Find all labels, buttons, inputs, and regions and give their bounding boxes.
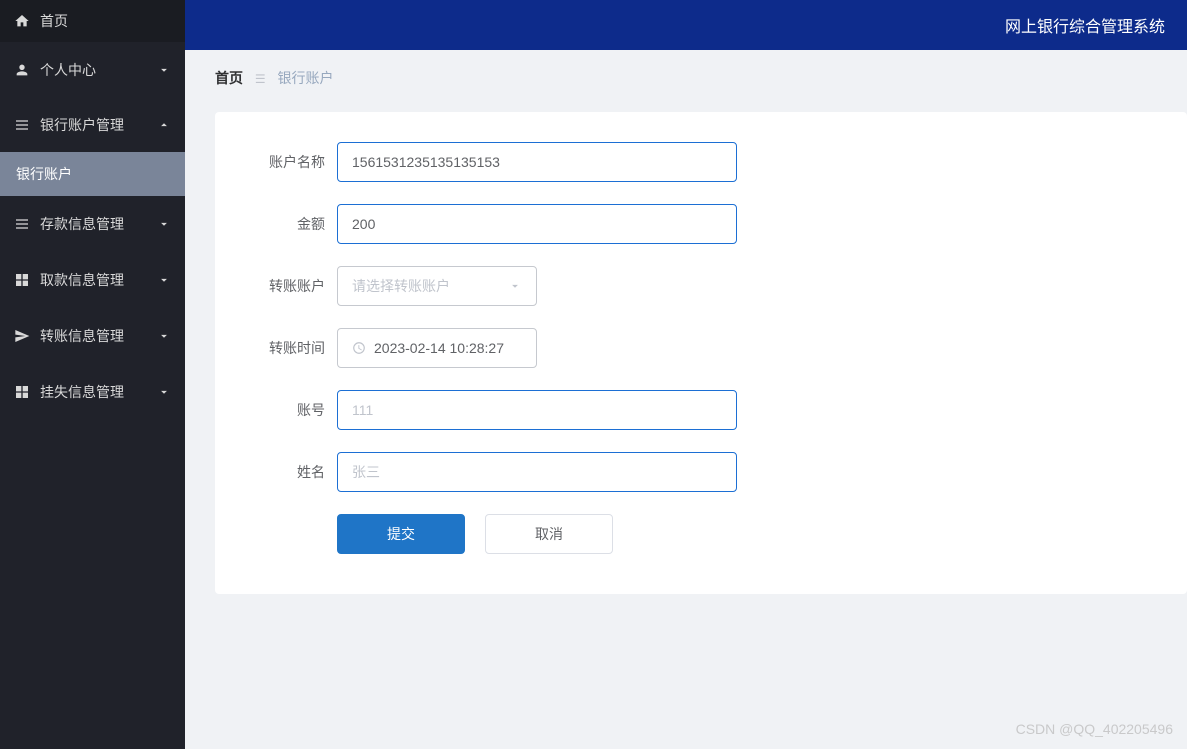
home-icon (14, 13, 30, 29)
sidebar-item-transfer[interactable]: 转账信息管理 (0, 308, 185, 364)
sidebar-item-deposit[interactable]: 存款信息管理 (0, 196, 185, 252)
chevron-down-icon (157, 273, 171, 287)
grid-icon (14, 384, 30, 400)
list-icon (14, 117, 30, 133)
account-no-input[interactable] (337, 390, 737, 430)
chevron-down-icon (157, 329, 171, 343)
amount-label: 金额 (255, 214, 325, 234)
transfer-account-select[interactable]: 请选择转账账户 (337, 266, 537, 306)
sidebar-item-withdraw[interactable]: 取款信息管理 (0, 252, 185, 308)
chevron-up-icon (157, 118, 171, 132)
form-card: 账户名称 金额 转账账户 请选择转账账户 转账时间 (215, 112, 1187, 594)
account-name-label: 账户名称 (255, 152, 325, 172)
sidebar-home-label: 首页 (40, 11, 171, 31)
clock-icon (352, 341, 366, 355)
account-no-label: 账号 (255, 400, 325, 420)
transfer-account-label: 转账账户 (255, 276, 325, 296)
chevron-down-icon (508, 279, 522, 293)
sidebar-item-label: 银行账户管理 (40, 115, 157, 135)
transfer-time-picker[interactable]: 2023-02-14 10:28:27 (337, 328, 537, 368)
account-name-input[interactable] (337, 142, 737, 182)
page-title: 网上银行综合管理系统 (1005, 13, 1165, 37)
topbar: 网上银行综合管理系统 (185, 0, 1187, 50)
breadcrumb-current: 银行账户 (278, 70, 334, 86)
sidebar-item-bank-account-mgmt[interactable]: 银行账户管理 (0, 98, 185, 152)
user-icon (14, 62, 30, 78)
chevron-down-icon (157, 63, 171, 77)
chevron-down-icon (157, 385, 171, 399)
cancel-button[interactable]: 取消 (485, 514, 613, 554)
transfer-time-label: 转账时间 (255, 338, 325, 358)
main: 网上银行综合管理系统 首页 ☰ 银行账户 账户名称 金额 转账账户 请 (185, 0, 1187, 749)
grid-icon (14, 272, 30, 288)
send-icon (14, 328, 30, 344)
name-label: 姓名 (255, 462, 325, 482)
sidebar-item-loss[interactable]: 挂失信息管理 (0, 364, 185, 420)
list-icon (14, 216, 30, 232)
sidebar-item-label: 个人中心 (40, 60, 157, 80)
name-input[interactable] (337, 452, 737, 492)
breadcrumb-home[interactable]: 首页 (215, 70, 243, 86)
submit-button[interactable]: 提交 (337, 514, 465, 554)
sidebar-item-personal[interactable]: 个人中心 (0, 42, 185, 98)
sidebar-subitem-bank-account[interactable]: 银行账户 (0, 152, 185, 196)
sidebar-subitem-label: 银行账户 (16, 164, 72, 184)
breadcrumb: 首页 ☰ 银行账户 (185, 50, 1187, 102)
watermark: CSDN @QQ_402205496 (1016, 721, 1173, 737)
chevron-down-icon (157, 217, 171, 231)
sidebar-item-label: 挂失信息管理 (40, 382, 157, 402)
breadcrumb-separator-icon: ☰ (255, 72, 266, 86)
sidebar-item-label: 存款信息管理 (40, 214, 157, 234)
amount-input[interactable] (337, 204, 737, 244)
sidebar-item-label: 取款信息管理 (40, 270, 157, 290)
sidebar-item-label: 转账信息管理 (40, 326, 157, 346)
select-placeholder: 请选择转账账户 (352, 276, 450, 296)
sidebar-home[interactable]: 首页 (0, 0, 185, 42)
transfer-time-value: 2023-02-14 10:28:27 (374, 340, 504, 356)
sidebar: 首页 个人中心 银行账户管理 (0, 0, 185, 749)
